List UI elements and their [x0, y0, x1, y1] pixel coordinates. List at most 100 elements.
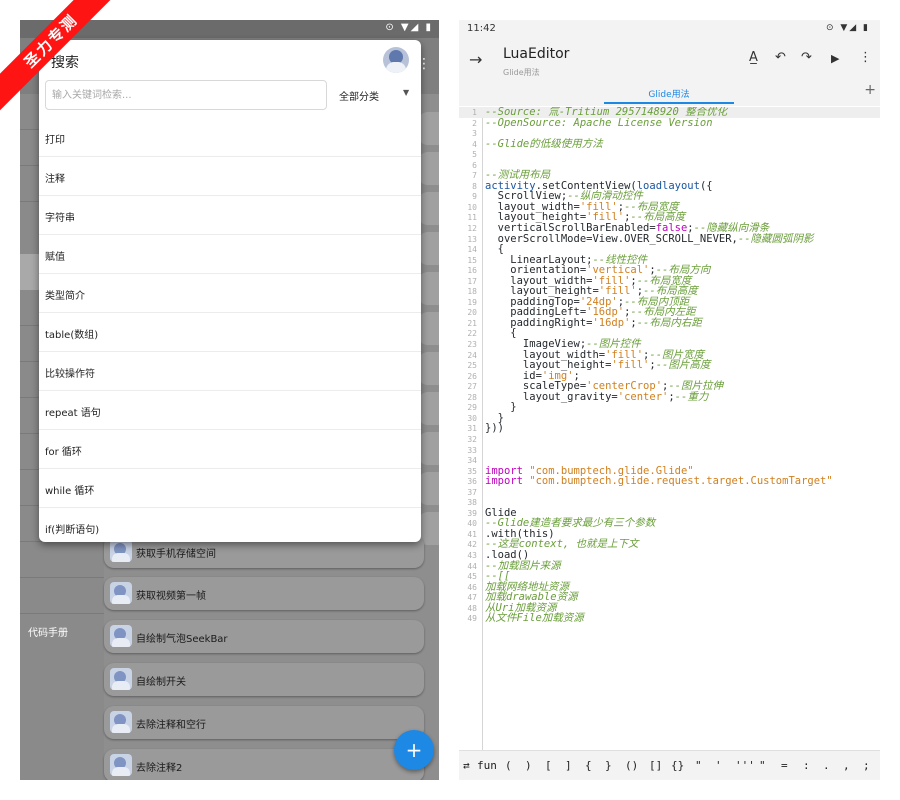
symbol-key[interactable]: ]: [565, 759, 572, 772]
back-arrow-icon[interactable]: →: [469, 50, 482, 69]
code-line[interactable]: 2 --OpenSource: Apache License Version: [459, 117, 880, 129]
symbol-key[interactable]: ': [715, 759, 722, 772]
symbol-key[interactable]: }: [605, 759, 612, 772]
code-line[interactable]: 12 verticalScrollBarEnabled=false;--隐藏纵向…: [459, 223, 880, 234]
code-line[interactable]: 28 layout_gravity='center';--重力: [459, 391, 880, 403]
watermark: 圣力专测: [0, 0, 120, 120]
tab-glide-usage[interactable]: Glide用法: [604, 87, 734, 100]
code-line[interactable]: 21 paddingRight='16dp';--布局内右距: [459, 318, 880, 329]
symbol-key[interactable]: fun: [477, 759, 497, 772]
symbol-key[interactable]: {}: [671, 759, 684, 772]
avatar[interactable]: [383, 47, 409, 73]
list-item[interactable]: while 循环: [39, 469, 421, 508]
snippet-card[interactable]: 去除注释2: [104, 749, 424, 780]
list-item[interactable]: 打印: [39, 118, 421, 157]
add-tab-icon[interactable]: +: [864, 82, 876, 98]
more-vert-icon[interactable]: ⋮: [859, 50, 872, 65]
symbol-key[interactable]: {: [585, 759, 592, 772]
run-play-icon[interactable]: ▶: [831, 52, 839, 65]
symbol-key[interactable]: [: [545, 759, 552, 772]
code-line[interactable]: 13 overScrollMode=View.OVER_SCROLL_NEVER…: [459, 233, 880, 245]
line-number: 36: [467, 477, 477, 487]
symbol-key[interactable]: ,: [843, 759, 850, 772]
code-line[interactable]: 30 }: [459, 413, 880, 424]
line-number: 18: [467, 287, 477, 297]
symbol-key[interactable]: ;: [863, 759, 870, 772]
symbol-key[interactable]: ''': [735, 759, 755, 772]
snippet-card[interactable]: 自绘制开关: [104, 663, 424, 696]
symbol-key[interactable]: =: [781, 759, 788, 772]
line-number: 49: [467, 614, 477, 624]
code-line[interactable]: 33: [459, 445, 880, 456]
symbol-key[interactable]: :: [803, 759, 810, 772]
avatar-thumbnail: [110, 668, 132, 690]
line-number: 29: [467, 403, 477, 413]
list-item[interactable]: table(数组): [39, 313, 421, 352]
sidebar-cell[interactable]: [20, 542, 104, 578]
code-editor[interactable]: 1 --Source: 氚-Tritium 2957148920 整合优化 2 --O…: [459, 107, 880, 750]
symbol-key[interactable]: []: [649, 759, 662, 772]
list-item-label: repeat 语句: [45, 408, 101, 419]
list-item[interactable]: for 循环: [39, 430, 421, 469]
code-line[interactable]: 37: [459, 487, 880, 498]
search-result-list: 打印 注释 字符串 赋值 类型简介 table(数组) 比较操作符 repeat…: [39, 118, 421, 542]
list-item[interactable]: repeat 语句: [39, 391, 421, 430]
line-number: 5: [472, 150, 477, 160]
avatar-thumbnail: [110, 540, 132, 562]
sidebar-cell[interactable]: [20, 578, 104, 614]
list-item[interactable]: 比较操作符: [39, 352, 421, 391]
watermark-ribbon: 圣力专测: [0, 0, 120, 111]
symbol-key[interactable]: (: [505, 759, 512, 772]
line-number: 47: [467, 593, 477, 603]
undo-icon[interactable]: ↶: [775, 50, 786, 65]
list-item[interactable]: if(判断语句): [39, 508, 421, 542]
swap-icon[interactable]: ⇄: [463, 759, 470, 772]
sidebar-item-code-manual[interactable]: 代码手册: [28, 624, 68, 639]
code-line[interactable]: 32: [459, 434, 880, 445]
add-fab-button[interactable]: +: [394, 730, 434, 770]
app-subtitle: Glide用法: [503, 68, 540, 77]
list-item[interactable]: 注释: [39, 157, 421, 196]
line-number: 26: [467, 371, 477, 381]
list-item-label: 打印: [45, 135, 65, 146]
symbol-key[interactable]: .: [823, 759, 830, 772]
redo-icon[interactable]: ↷: [801, 50, 812, 65]
symbol-key[interactable]: ": [695, 759, 702, 772]
snippet-card[interactable]: 获取视频第一帧: [104, 577, 424, 610]
list-item[interactable]: 类型简介: [39, 274, 421, 313]
snippet-card[interactable]: 自绘制气泡SeekBar: [104, 620, 424, 653]
code-line[interactable]: 38: [459, 497, 880, 508]
dropdown-arrow-icon[interactable]: ▼: [403, 88, 409, 97]
snippet-card-label: 去除注释2: [136, 763, 183, 774]
code-line[interactable]: 31})): [459, 423, 880, 434]
line-number: 48: [467, 603, 477, 613]
line-number: 42: [467, 540, 477, 550]
list-item-label: 类型简介: [45, 291, 85, 302]
list-item-label: 赋值: [45, 252, 65, 263]
code-line[interactable]: 49 从文件File加载资源: [459, 613, 880, 624]
symbol-key[interactable]: (): [625, 759, 638, 772]
list-item-label: if(判断语句): [45, 525, 100, 536]
code-line[interactable]: 5: [459, 149, 880, 160]
list-item[interactable]: 字符串: [39, 196, 421, 235]
avatar-thumbnail: [110, 582, 132, 604]
code-line[interactable]: 44 --加载图片来源: [459, 560, 880, 572]
avatar-thumbnail: [110, 711, 132, 733]
category-filter-dropdown[interactable]: 全部分类: [339, 88, 379, 103]
tab-indicator: [604, 102, 734, 104]
line-number: 44: [467, 561, 477, 571]
snippet-card[interactable]: 去除注释和空行: [104, 706, 424, 739]
line-number: 31: [467, 424, 477, 434]
code-line[interactable]: 4 --Glide的低级使用方法: [459, 138, 880, 150]
code-line[interactable]: 36 import "com.bumptech.glide.request.tar…: [459, 476, 880, 487]
code-line[interactable]: 29 }: [459, 402, 880, 413]
list-item-label: while 循环: [45, 486, 95, 497]
list-item[interactable]: 赋值: [39, 235, 421, 274]
symbol-key[interactable]: ": [759, 759, 766, 772]
symbol-key[interactable]: ): [525, 759, 532, 772]
code-text: 从文件File加载资源: [485, 612, 584, 625]
text-format-icon[interactable]: A̲: [749, 50, 758, 65]
line-number: 40: [467, 519, 477, 529]
line-number: 28: [467, 392, 477, 402]
watermark-text: 圣力专测: [20, 10, 82, 72]
